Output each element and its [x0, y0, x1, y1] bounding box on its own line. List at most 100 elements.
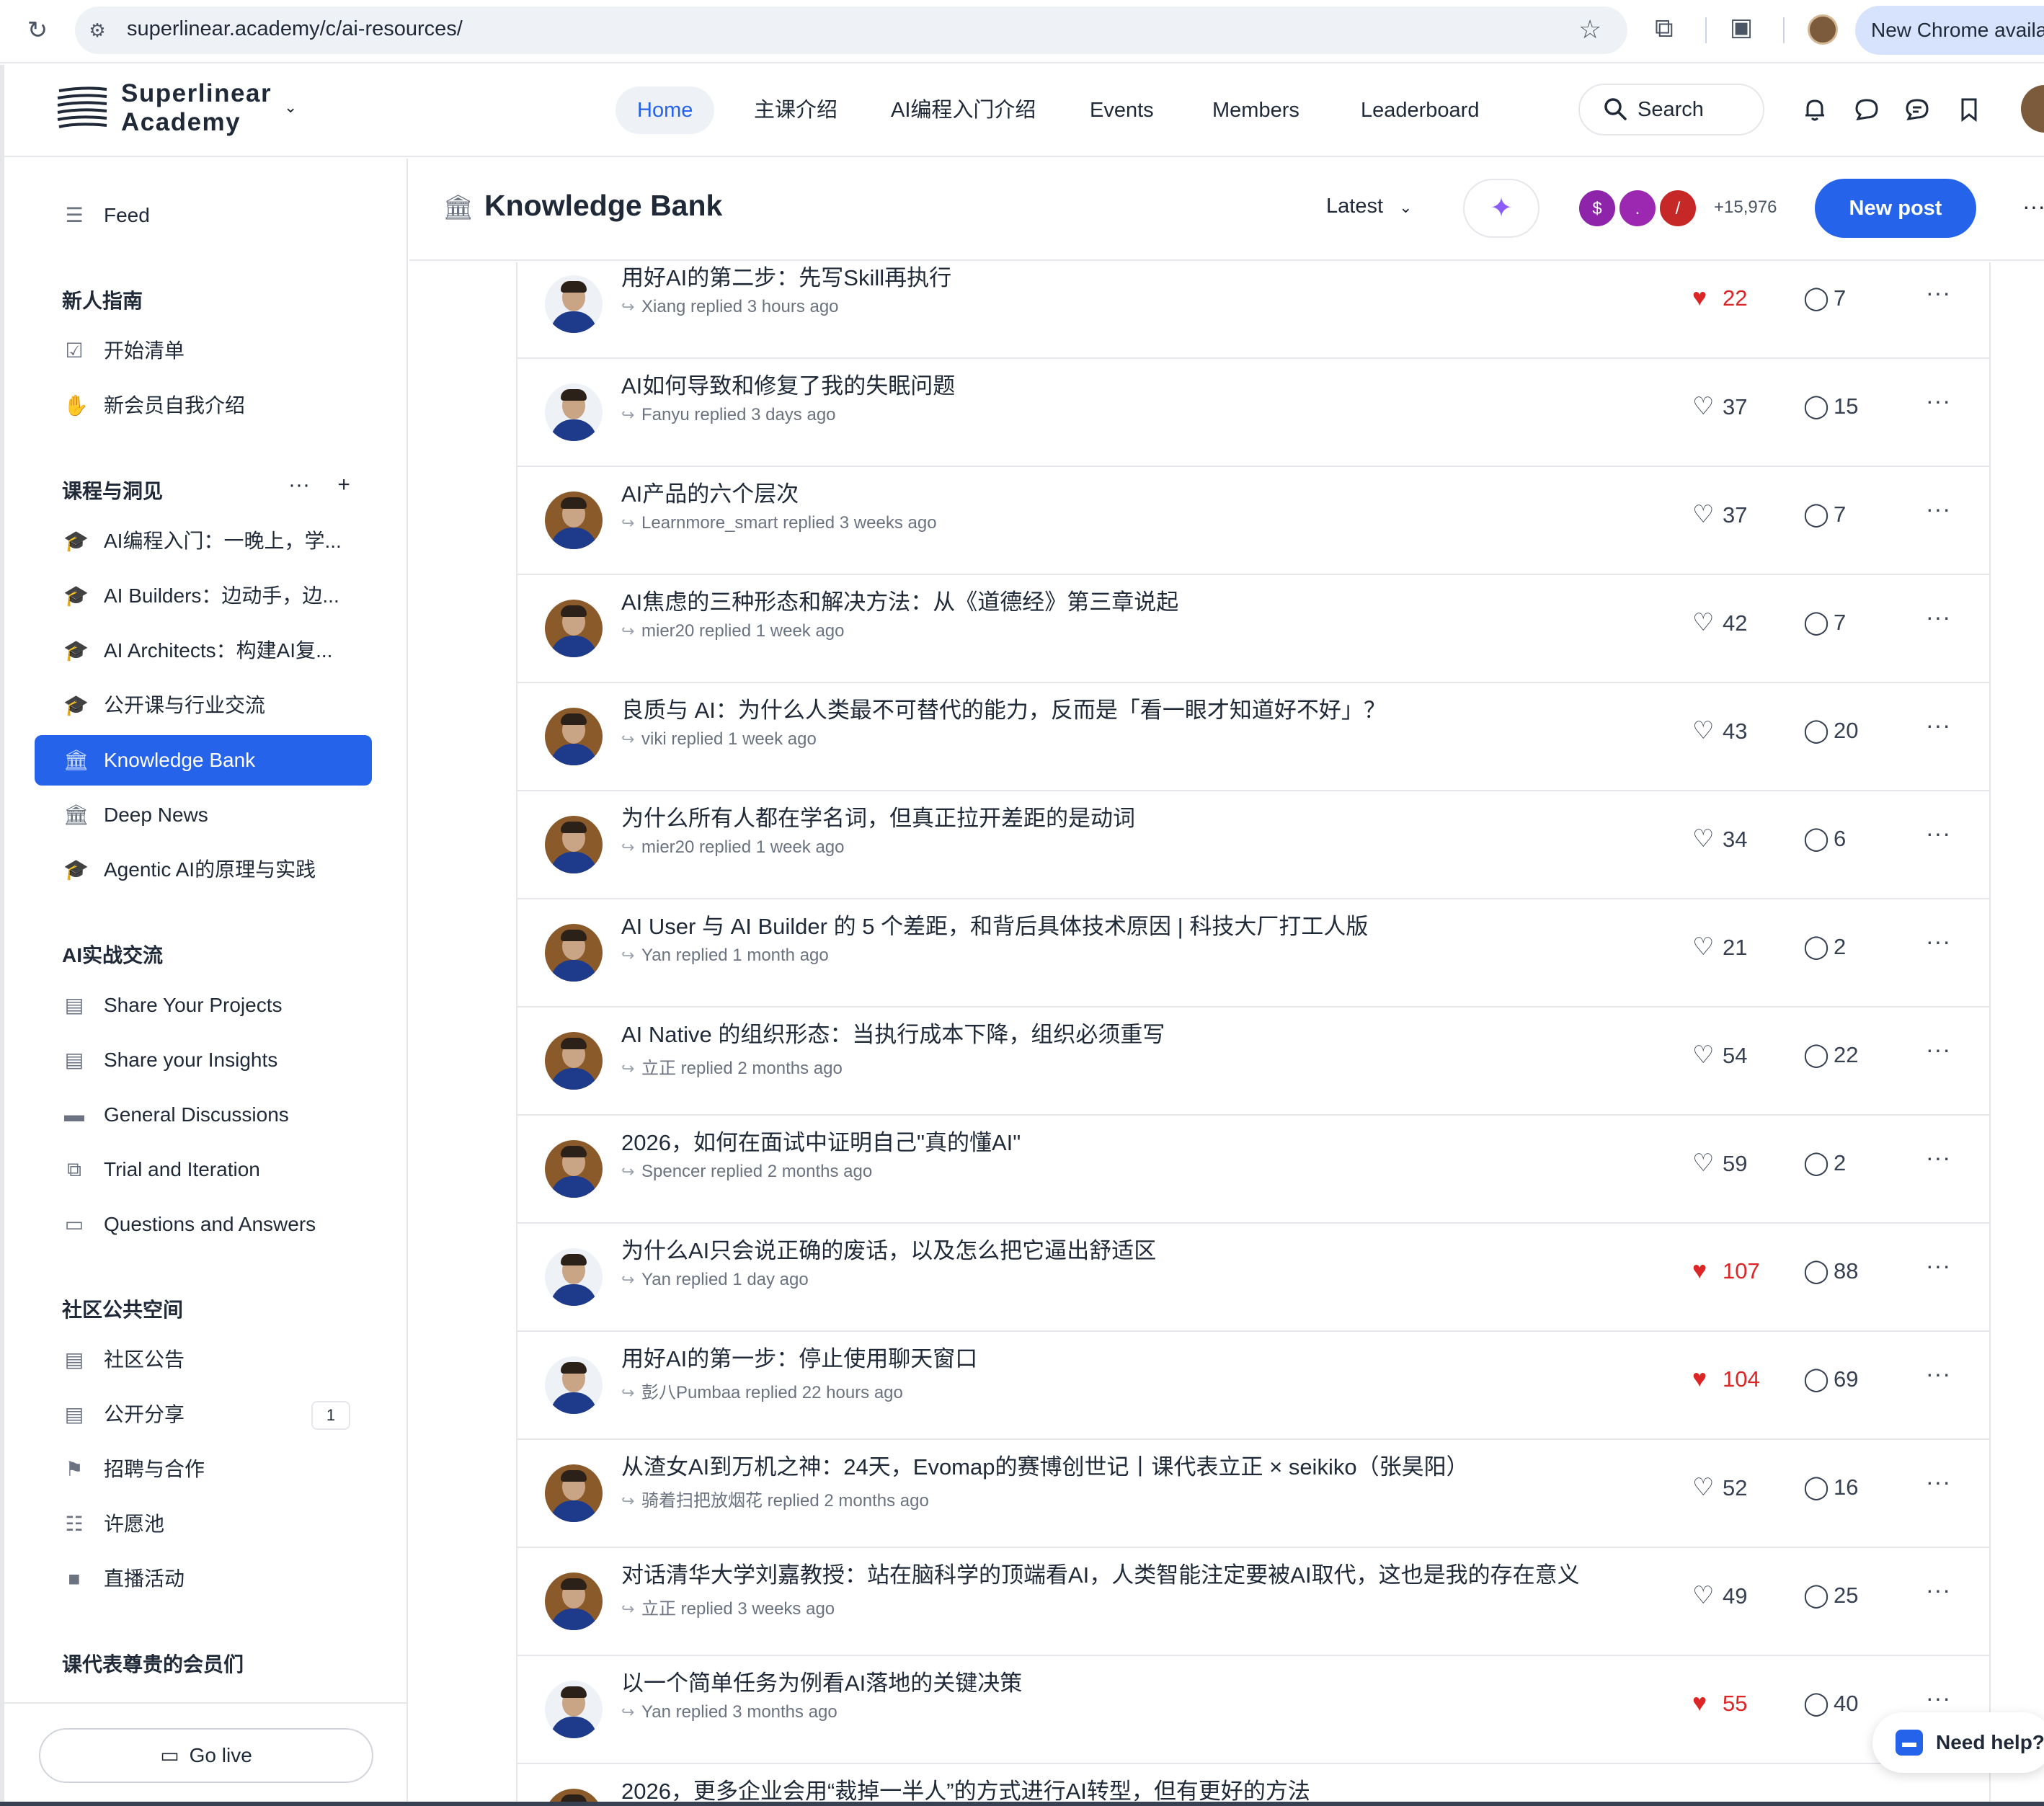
sidebar-item-jobs[interactable]: ⚑ 招聘与合作 [35, 1444, 372, 1495]
post-title[interactable]: 为什么所有人都在学名词，但真正拉开差距的是动词 [621, 800, 1135, 832]
site-settings-icon[interactable]: ⚙ [86, 19, 108, 41]
sidebar-item-announcements[interactable]: ▤ 社区公告 [35, 1335, 372, 1385]
comment-button[interactable]: ◯ 69 [1803, 1365, 1858, 1392]
sidebar-item-public-sharing[interactable]: ▤ 公开分享 1 [35, 1389, 372, 1440]
sidebar-item-qa[interactable]: ▭ Questions and Answers [35, 1199, 372, 1250]
chevron-down-icon[interactable]: ⌄ [284, 98, 297, 117]
post-more-icon[interactable]: ··· [1926, 712, 1951, 739]
sidebar-item-checklist[interactable]: ☑ 开始清单 [35, 326, 372, 376]
like-button[interactable]: ♡ 37 [1692, 500, 1747, 529]
post-more-icon[interactable]: ··· [1926, 1144, 1951, 1171]
chrome-update-button[interactable]: New Chrome availab [1855, 6, 2044, 55]
member-avatar[interactable]: / [1658, 188, 1698, 228]
author-avatar[interactable] [545, 1681, 603, 1738]
post-row[interactable]: 用好AI的第一步：停止使用聊天窗口 ↪ 彭八Pumbaa replied 22 ho… [517, 1332, 1989, 1440]
sidebar-item-live[interactable]: ■ 直播活动 [35, 1554, 372, 1604]
like-button[interactable]: ♡ 42 [1692, 608, 1747, 637]
sidebar-item-ai-architects[interactable]: 🎓 AI Architects：构建AI复... [35, 626, 372, 676]
sidebar-section-title[interactable]: 课程与洞见 [62, 476, 163, 504]
go-live-button[interactable]: ▭ Go live [39, 1728, 373, 1783]
cast-icon[interactable]: ▣ [1730, 13, 1753, 42]
post-title[interactable]: AI如何导致和修复了我的失眠问题 [621, 368, 955, 400]
like-button[interactable]: ♥ 55 [1692, 1689, 1747, 1717]
post-title[interactable]: 良质与 AI：为什么人类最不可替代的能力，反而是「看一眼才知道好不好」？ [621, 692, 1386, 724]
post-more-icon[interactable]: ··· [1926, 1469, 1951, 1495]
author-avatar[interactable] [545, 924, 603, 982]
comment-button[interactable]: ◯ 7 [1803, 608, 1846, 636]
sidebar-item-open-courses[interactable]: 🎓 公开课与行业交流 [35, 680, 372, 731]
sidebar-item-deep-news[interactable]: 🏛 Deep News [35, 790, 372, 840]
post-title[interactable]: 2026，如何在面试中证明自己"真的懂AI" [621, 1124, 1021, 1157]
author-avatar[interactable] [545, 708, 603, 765]
post-more-icon[interactable]: ··· [1926, 1577, 1951, 1603]
post-more-icon[interactable]: ··· [1926, 820, 1951, 847]
like-button[interactable]: ♡ 34 [1692, 824, 1747, 853]
sidebar-section-title[interactable]: 课代表尊贵的会员们 [62, 1649, 244, 1678]
author-avatar[interactable] [545, 1032, 603, 1090]
like-button[interactable]: ♡ 37 [1692, 392, 1747, 421]
like-button[interactable]: ♡ 59 [1692, 1149, 1747, 1178]
bell-icon[interactable] [1802, 97, 1828, 123]
nav-leaderboard[interactable]: Leaderboard [1339, 86, 1501, 134]
post-title[interactable]: AI焦虑的三种形态和解决方法：从《道德经》第三章说起 [621, 584, 1178, 616]
post-row[interactable]: 对话清华大学刘嘉教授：站在脑科学的顶端看AI，人类智能注定要被AI取代，这也是我… [517, 1548, 1989, 1656]
add-icon[interactable]: + [337, 473, 350, 497]
sidebar-item-feed[interactable]: ☰ Feed [35, 190, 372, 241]
like-button[interactable]: ♡ 52 [1692, 1473, 1747, 1502]
sidebar-item-trial-iteration[interactable]: ⧉ Trial and Iteration [35, 1144, 372, 1195]
post-more-icon[interactable]: ··· [1926, 1253, 1951, 1279]
comment-button[interactable]: ◯ 7 [1803, 500, 1846, 528]
post-row[interactable]: 从渣女AI到万机之神：24天，Evomap的赛博创世记丨课代表立正 × seik… [517, 1440, 1989, 1548]
member-count[interactable]: +15,976 [1714, 197, 1777, 218]
post-title[interactable]: 对话清华大学刘嘉教授：站在脑科学的顶端看AI，人类智能注定要被AI取代，这也是我… [621, 1557, 1580, 1589]
sidebar-section-title[interactable]: AI实战交流 [62, 940, 163, 969]
post-row[interactable]: 良质与 AI：为什么人类最不可替代的能力，反而是「看一眼才知道好不好」？ ↪ vik… [517, 683, 1989, 791]
post-title[interactable]: 以一个简单任务为例看AI落地的关键决策 [621, 1665, 1022, 1697]
like-button[interactable]: ♡ 43 [1692, 716, 1747, 745]
extensions-icon[interactable]: ⧉ [1655, 13, 1674, 44]
author-avatar[interactable] [545, 1140, 603, 1198]
new-post-button[interactable]: New post [1815, 179, 1976, 238]
comment-button[interactable]: ◯ 2 [1803, 1149, 1846, 1176]
post-more-icon[interactable]: ··· [1926, 1036, 1951, 1063]
nav-ai-coding-intro[interactable]: AI编程入门介绍 [869, 86, 1057, 134]
sort-dropdown[interactable]: Latest ⌄ [1326, 195, 1413, 218]
sidebar-item-share-projects[interactable]: ▤ Share Your Projects [35, 980, 372, 1031]
comment-button[interactable]: ◯ 6 [1803, 824, 1846, 852]
comment-button[interactable]: ◯ 40 [1803, 1689, 1858, 1717]
post-more-icon[interactable]: ··· [1926, 1361, 1951, 1387]
post-more-icon[interactable]: ··· [1926, 496, 1951, 522]
reload-icon[interactable]: ↻ [22, 14, 53, 46]
nav-events[interactable]: Events [1068, 86, 1176, 134]
messages-icon[interactable] [1904, 97, 1930, 123]
nav-home[interactable]: Home [616, 86, 715, 134]
post-title[interactable]: AI产品的六个层次 [621, 476, 799, 508]
post-row[interactable]: AI Native 的组织形态：当执行成本下降，组织必须重写 ↪ 立正 replie… [517, 1007, 1989, 1116]
more-options-icon[interactable]: ··· [2022, 193, 2044, 220]
author-avatar[interactable] [545, 1356, 603, 1414]
author-avatar[interactable] [545, 1573, 603, 1630]
post-row[interactable]: AI焦虑的三种形态和解决方法：从《道德经》第三章说起 ↪ mier20 replie… [517, 575, 1989, 683]
post-row[interactable]: 以一个简单任务为例看AI落地的关键决策 ↪ Yan replied 3 months… [517, 1656, 1989, 1764]
post-row[interactable]: 为什么所有人都在学名词，但真正拉开差距的是动词 ↪ mier20 replied 1… [517, 791, 1989, 899]
comment-button[interactable]: ◯ 16 [1803, 1473, 1858, 1500]
author-avatar[interactable] [545, 600, 603, 657]
sidebar-section-title[interactable]: 社区公共空间 [62, 1294, 183, 1323]
post-more-icon[interactable]: ··· [1926, 1685, 1951, 1712]
like-button[interactable]: ♥ 107 [1692, 1257, 1760, 1285]
sidebar-item-general-discussions[interactable]: ▬ General Discussions [35, 1090, 372, 1140]
sidebar-section-title[interactable]: 新人指南 [62, 285, 143, 314]
comment-button[interactable]: ◯ 7 [1803, 284, 1846, 311]
comment-button[interactable]: ◯ 88 [1803, 1257, 1858, 1284]
member-avatar[interactable]: . [1617, 188, 1658, 228]
post-more-icon[interactable]: ··· [1926, 280, 1951, 306]
like-button[interactable]: ♡ 21 [1692, 933, 1747, 961]
sidebar-item-knowledge-bank[interactable]: 🏛 Knowledge Bank [35, 735, 372, 786]
post-row[interactable]: 2026，更多企业会用“裁掉一半人”的方式进行AI转型，但有更好的方法 [517, 1764, 1989, 1806]
post-more-icon[interactable]: ··· [1926, 928, 1951, 955]
post-row[interactable]: AI产品的六个层次 ↪ Learnmore_smart replied 3 week… [517, 467, 1989, 575]
browser-profile-avatar[interactable] [1808, 14, 1838, 45]
author-avatar[interactable] [545, 275, 603, 333]
sidebar-item-agentic-ai[interactable]: 🎓 Agentic AI的原理与实践 [35, 845, 372, 895]
post-more-icon[interactable]: ··· [1926, 388, 1951, 414]
